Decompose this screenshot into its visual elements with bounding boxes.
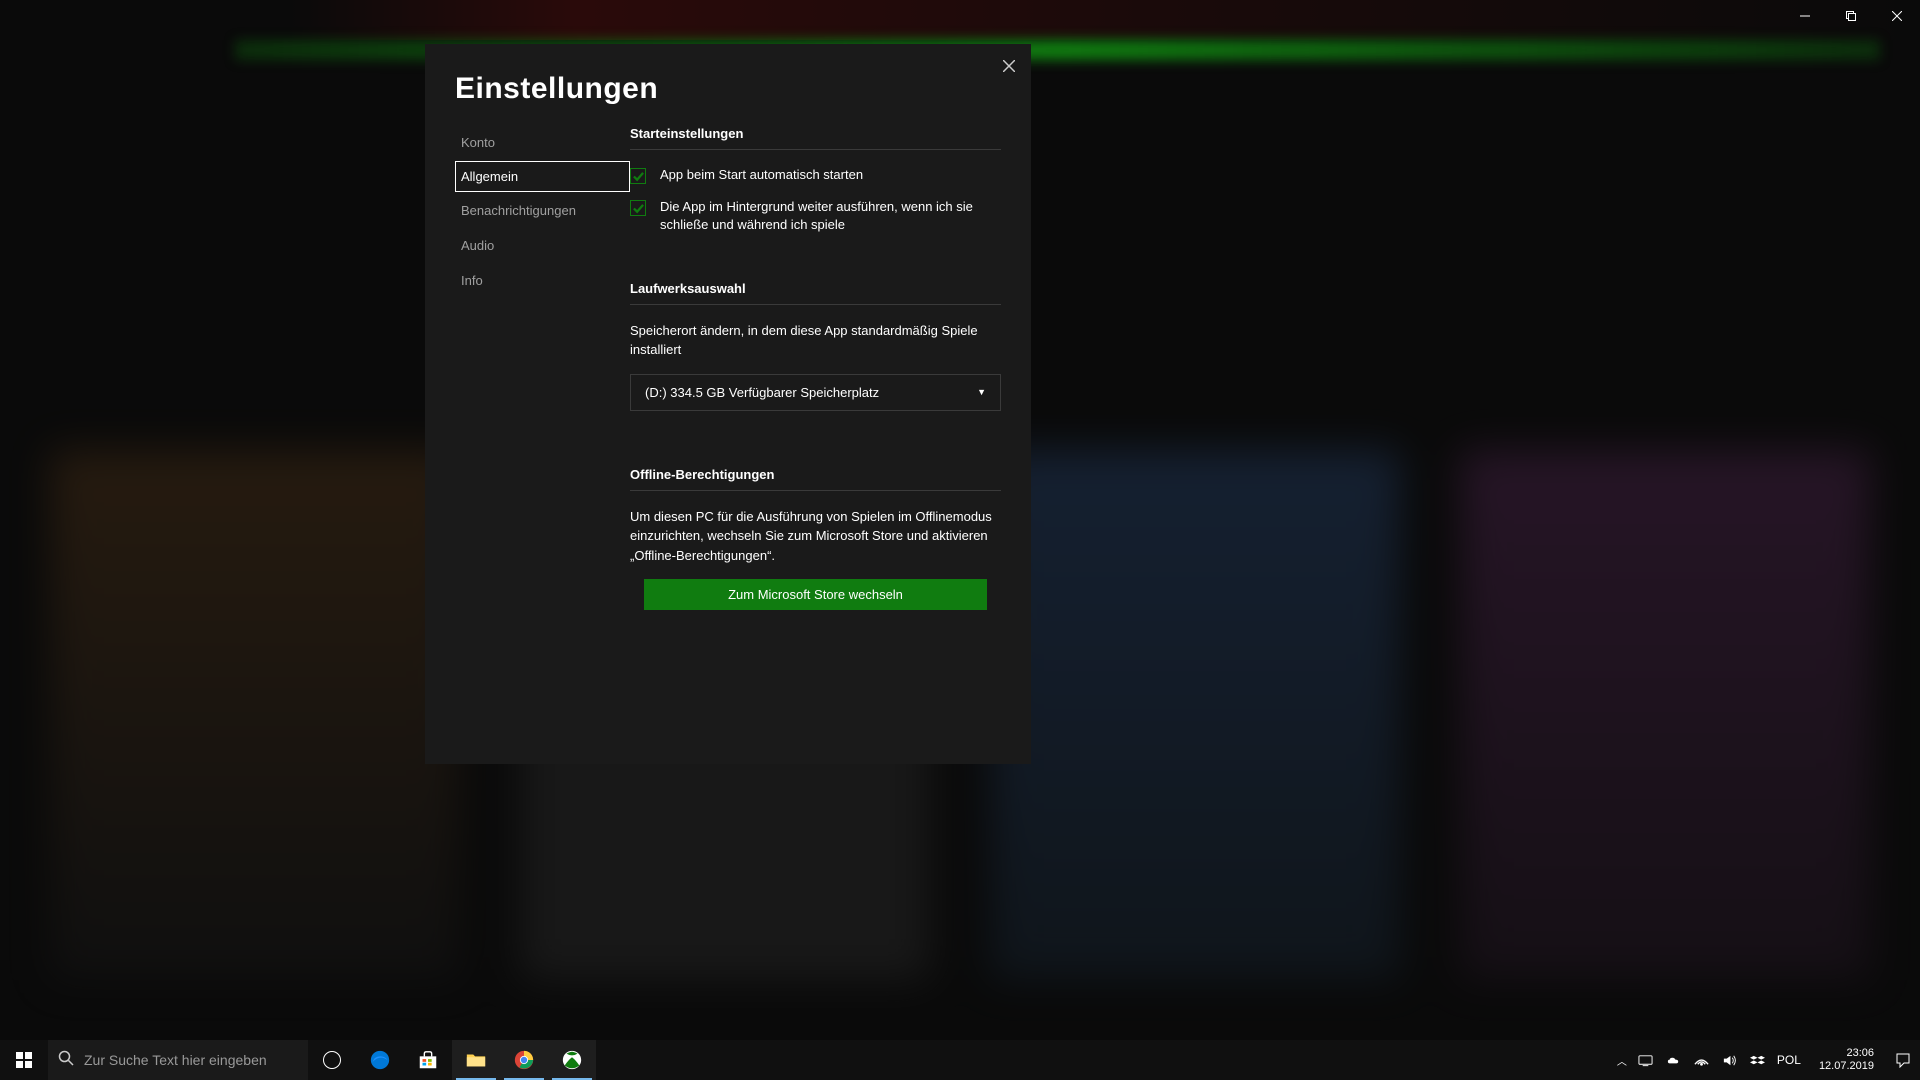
- drive-description: Speicherort ändern, in dem diese App sta…: [630, 321, 1001, 360]
- search-placeholder: Zur Suche Text hier eingeben: [84, 1052, 267, 1068]
- minimize-button[interactable]: [1782, 0, 1828, 32]
- settings-modal: Einstellungen Konto Allgemein Benachrich…: [425, 44, 1031, 764]
- modal-close-button[interactable]: [1001, 58, 1017, 74]
- taskbar-search[interactable]: Zur Suche Text hier eingeben: [48, 1040, 308, 1080]
- checkbox-autostart-label: App beim Start automatisch starten: [660, 166, 863, 184]
- checkbox-background-label: Die App im Hintergrund weiter ausführen,…: [660, 198, 1001, 234]
- language-indicator[interactable]: POL: [1777, 1053, 1801, 1067]
- taskbar-app-edge[interactable]: [356, 1040, 404, 1080]
- tray-icon-screen[interactable]: [1637, 1053, 1655, 1068]
- modal-title: Einstellungen: [425, 44, 1031, 116]
- taskbar-app-xbox[interactable]: [548, 1040, 596, 1080]
- store-icon: [417, 1049, 439, 1071]
- folder-icon: [465, 1049, 487, 1071]
- settings-content: Starteinstellungen App beim Start automa…: [630, 116, 1001, 764]
- check-row-autostart: App beim Start automatisch starten: [630, 166, 1001, 184]
- tray-icon-dropbox[interactable]: [1749, 1053, 1767, 1068]
- taskbar-app-explorer[interactable]: [452, 1040, 500, 1080]
- section-header-startup: Starteinstellungen: [630, 126, 1001, 150]
- cortana-button[interactable]: [308, 1040, 356, 1080]
- taskbar: Zur Suche Text hier eingeben ︿ POL 23:06…: [0, 1040, 1920, 1080]
- go-to-store-button[interactable]: Zum Microsoft Store wechseln: [644, 579, 987, 610]
- start-button[interactable]: [0, 1040, 48, 1080]
- tray-icon-volume[interactable]: [1721, 1053, 1739, 1068]
- edge-icon: [369, 1049, 391, 1071]
- close-button[interactable]: [1874, 0, 1920, 32]
- taskbar-app-store[interactable]: [404, 1040, 452, 1080]
- section-header-drive: Laufwerksauswahl: [630, 281, 1001, 305]
- settings-nav: Konto Allgemein Benachrichtigungen Audio…: [455, 116, 630, 764]
- action-center-button[interactable]: [1892, 1040, 1914, 1080]
- notification-icon: [1895, 1052, 1911, 1068]
- taskbar-clock[interactable]: 23:06 12.07.2019: [1811, 1047, 1882, 1073]
- chrome-icon: [513, 1049, 535, 1071]
- offline-description: Um diesen PC für die Ausführung von Spie…: [630, 507, 1001, 566]
- maximize-button[interactable]: [1828, 0, 1874, 32]
- tray-overflow-button[interactable]: ︿: [1617, 1053, 1627, 1068]
- nav-item-notifications[interactable]: Benachrichtigungen: [455, 194, 630, 227]
- nav-item-info[interactable]: Info: [455, 264, 630, 297]
- clock-date: 12.07.2019: [1819, 1060, 1874, 1073]
- cortana-icon: [323, 1051, 341, 1069]
- chevron-down-icon: ▼: [977, 387, 986, 397]
- tray-icon-network[interactable]: [1693, 1053, 1711, 1068]
- nav-item-account[interactable]: Konto: [455, 126, 630, 159]
- checkbox-background[interactable]: [630, 200, 646, 216]
- check-row-background: Die App im Hintergrund weiter ausführen,…: [630, 198, 1001, 234]
- nav-item-general[interactable]: Allgemein: [455, 161, 630, 192]
- checkbox-autostart[interactable]: [630, 168, 646, 184]
- nav-item-audio[interactable]: Audio: [455, 229, 630, 262]
- drive-dropdown-value: (D:) 334.5 GB Verfügbarer Speicherplatz: [645, 385, 879, 400]
- xbox-icon: [561, 1049, 583, 1071]
- taskbar-app-chrome[interactable]: [500, 1040, 548, 1080]
- taskbar-apps: [308, 1040, 596, 1080]
- drive-dropdown[interactable]: (D:) 334.5 GB Verfügbarer Speicherplatz …: [630, 374, 1001, 411]
- window-controls: [1782, 0, 1920, 32]
- search-icon: [58, 1050, 74, 1071]
- system-tray: ︿ POL 23:06 12.07.2019: [1617, 1040, 1920, 1080]
- section-header-offline: Offline-Berechtigungen: [630, 467, 1001, 491]
- tray-icon-onedrive[interactable]: [1665, 1053, 1683, 1068]
- clock-time: 23:06: [1819, 1047, 1874, 1060]
